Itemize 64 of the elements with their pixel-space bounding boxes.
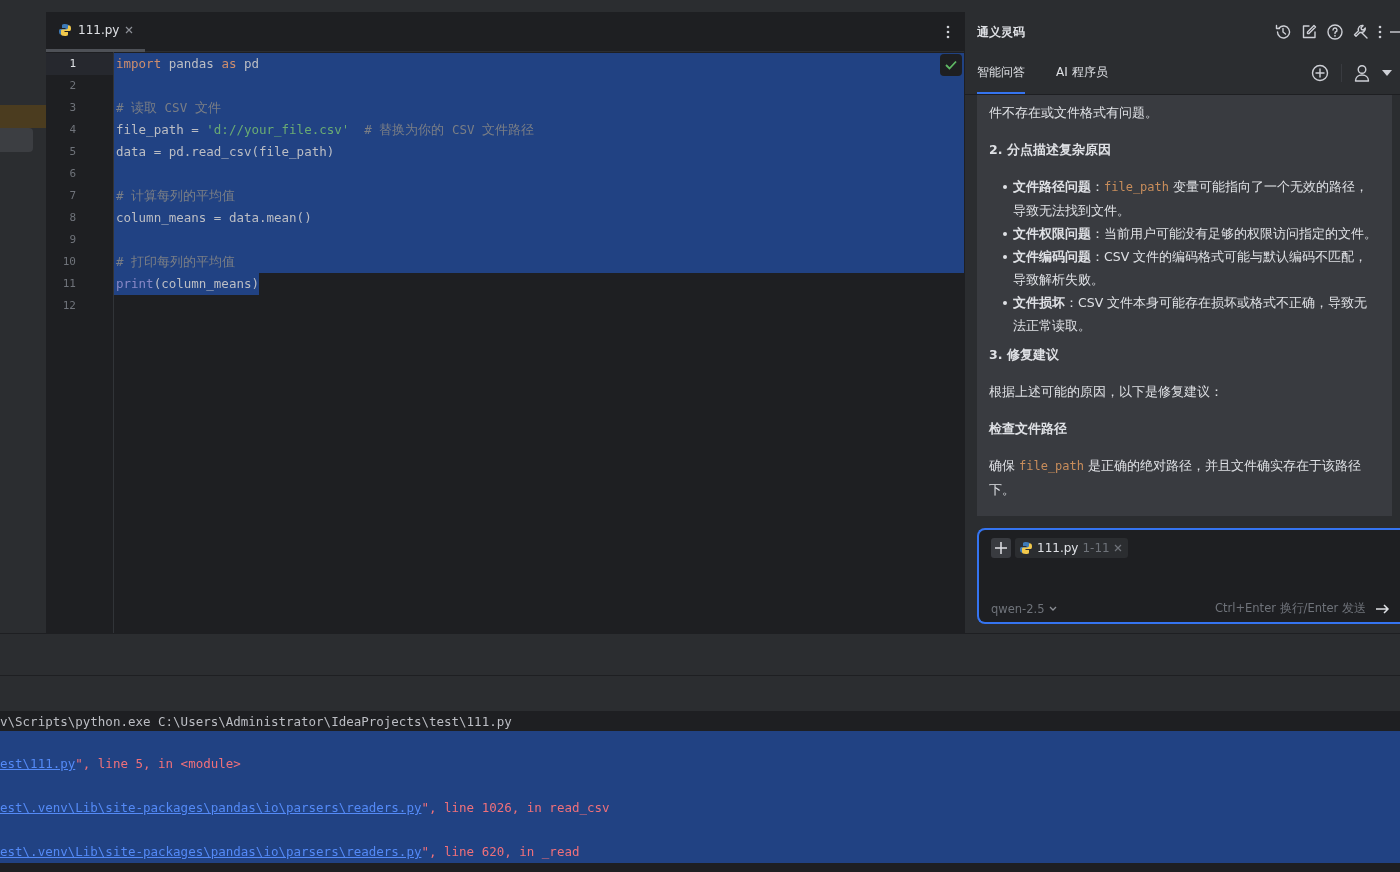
bullet-text: 文件编码问题：CSV 文件的编码格式可能与默认编码不匹配，导致解析失败。 bbox=[1013, 248, 1369, 289]
bullet-text: 文件路径问题：file_path 变量可能指向了一个无效的路径，导致无法找到文件。 bbox=[1013, 178, 1369, 220]
code-line: # 计算每列的平均值 bbox=[115, 187, 236, 205]
panel-title: 通义灵码 bbox=[977, 23, 1025, 41]
line-number: 1 bbox=[46, 53, 113, 75]
chat-paragraph: 根据上述可能的原因，以下是修复建议： bbox=[989, 383, 1224, 401]
line-number: 6 bbox=[68, 166, 77, 182]
shortcut-hint: Ctrl+Enter 换行/Enter 发送 bbox=[1214, 601, 1366, 616]
line-number: 8 bbox=[68, 210, 77, 226]
send-icon[interactable] bbox=[1376, 603, 1390, 614]
bullet-icon bbox=[1003, 232, 1007, 236]
code-line: # 读取 CSV 文件 bbox=[115, 99, 221, 117]
line-number: 5 bbox=[68, 144, 77, 160]
code-line: column_means = data.mean() bbox=[115, 209, 312, 227]
bullet-icon bbox=[1003, 301, 1007, 305]
section-heading: 3. 修复建议 bbox=[989, 346, 1060, 364]
python-icon bbox=[58, 23, 72, 37]
add-icon[interactable] bbox=[1311, 64, 1329, 82]
user-icon[interactable] bbox=[1354, 64, 1370, 82]
model-dropdown[interactable]: qwen-2.5 bbox=[991, 601, 1057, 616]
code-line: import pandas as pd bbox=[115, 55, 259, 73]
chip-name: 111.py bbox=[1037, 541, 1079, 555]
chevron-icon bbox=[1048, 606, 1057, 611]
more-icon[interactable] bbox=[1378, 25, 1382, 39]
bullet-icon bbox=[1003, 255, 1007, 259]
edit-icon[interactable] bbox=[1300, 23, 1318, 41]
section-heading: 2. 分点描述复杂原因 bbox=[989, 141, 1112, 159]
console-line: v\Scripts\python.exe C:\Users\Administrator\IdeaProjects\test\111.py bbox=[0, 713, 513, 731]
console-line: est\.venv\Lib\site-packages\pandas\io\parsers\readers.py", line 1026, in read_csv bbox=[0, 799, 610, 817]
more-icon[interactable] bbox=[946, 24, 950, 39]
code-line: # 打印每列的平均值 bbox=[115, 253, 236, 271]
add-context-button[interactable] bbox=[991, 538, 1011, 558]
chat-input-field[interactable]: 111.py 1-11 qwen-2.5 Ctrl+Enter 换行/Enter 发送 bbox=[977, 528, 1400, 624]
panel-tab[interactable]: AI 程序员 bbox=[1056, 52, 1108, 94]
close-icon[interactable] bbox=[125, 26, 134, 34]
code-line: file_path = 'd://your_file.csv' # 替换为你的 CSV 文件路径 bbox=[115, 121, 535, 139]
subheading: 检查文件路径 bbox=[989, 420, 1068, 438]
code-line: data = pd.read_csv(file_path) bbox=[115, 143, 335, 161]
highlight-bar bbox=[0, 105, 46, 128]
line-number: 9 bbox=[68, 232, 77, 248]
line-number: 4 bbox=[68, 122, 77, 138]
python-icon bbox=[1019, 541, 1033, 555]
clock-icon[interactable] bbox=[1274, 23, 1292, 41]
line-number: 12 bbox=[61, 298, 77, 314]
chat-paragraph: 确保 file_path 是正确的绝对路径，并且文件确实存在于该路径下。 bbox=[989, 457, 1362, 499]
caret-icon[interactable] bbox=[1382, 70, 1392, 76]
line-number: 11 bbox=[61, 276, 77, 292]
line-number: 3 bbox=[68, 100, 77, 116]
console-line: est\111.py", line 5, in <module> bbox=[0, 755, 241, 773]
close-icon[interactable] bbox=[1113, 544, 1122, 552]
bullet-text: 文件权限问题：当前用户可能没有足够的权限访问指定的文件。 bbox=[1013, 225, 1377, 243]
bullet-icon bbox=[1003, 185, 1007, 189]
wrench-icon[interactable] bbox=[1352, 23, 1370, 41]
line-number: 10 bbox=[61, 254, 77, 270]
line-number: 2 bbox=[68, 78, 77, 94]
check-icon bbox=[945, 60, 957, 70]
file-chip[interactable]: 111.py 1-11 bbox=[1015, 538, 1128, 558]
bullet-text: 文件损坏：CSV 文件本身可能存在损坏或格式不正确，导致无法正常读取。 bbox=[1013, 294, 1369, 335]
line-number: 7 bbox=[68, 188, 77, 204]
chat-paragraph: 件不存在或文件格式有问题。 bbox=[989, 104, 1159, 122]
help-icon[interactable] bbox=[1326, 23, 1344, 41]
line-range: 1-11 bbox=[1082, 541, 1110, 555]
console-line: est\.venv\Lib\site-packages\pandas\io\parsers\readers.py", line 620, in _read bbox=[0, 843, 580, 861]
plus-icon bbox=[995, 542, 1007, 554]
